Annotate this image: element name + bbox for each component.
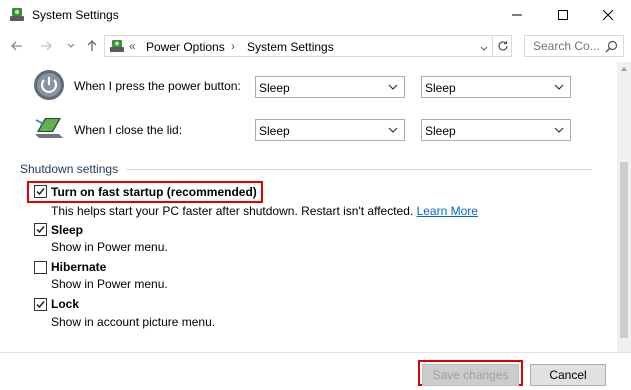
power-button-label: When I press the power button: xyxy=(74,79,241,93)
fast-startup-checkbox[interactable] xyxy=(34,185,47,198)
up-arrow-icon xyxy=(87,40,97,51)
select-value: Sleep xyxy=(259,81,290,95)
hibernate-label[interactable]: Hibernate xyxy=(51,260,106,274)
minimize-icon xyxy=(512,14,522,16)
settings-content: When I press the power button: Sleep Sle… xyxy=(0,62,617,352)
forward-arrow-icon xyxy=(41,41,52,51)
hibernate-description: Show in Power menu. xyxy=(51,277,168,291)
maximize-icon xyxy=(558,10,568,20)
power-button-battery-select[interactable]: Sleep xyxy=(255,76,405,98)
fast-startup-description-text: This helps start your PC faster after sh… xyxy=(51,204,414,218)
vertical-scrollbar[interactable] xyxy=(617,62,631,352)
lock-description: Show in account picture menu. xyxy=(51,315,216,329)
refresh-button[interactable] xyxy=(492,35,512,57)
checkmark-icon xyxy=(36,301,45,309)
close-button[interactable] xyxy=(585,0,631,30)
section-divider xyxy=(126,169,592,170)
lid-close-battery-select[interactable]: Sleep xyxy=(255,119,405,141)
shutdown-settings-heading: Shutdown settings xyxy=(20,162,125,176)
search-icon xyxy=(605,40,618,53)
power-options-app-icon xyxy=(10,8,24,21)
sleep-label[interactable]: Sleep xyxy=(51,223,83,237)
lock-checkbox[interactable] xyxy=(34,298,47,311)
chevron-down-icon xyxy=(554,127,564,133)
select-value: Sleep xyxy=(425,81,456,95)
fast-startup-description: This helps start your PC faster after sh… xyxy=(51,204,478,218)
close-icon xyxy=(603,10,613,20)
laptop-lid-icon xyxy=(35,118,63,138)
back-arrow-icon xyxy=(11,41,22,51)
save-changes-button[interactable]: Save changes xyxy=(422,364,519,386)
address-dropdown-button[interactable] xyxy=(480,41,488,55)
control-panel-icon xyxy=(110,40,124,52)
title-bar: System Settings xyxy=(0,0,631,30)
recent-locations-button[interactable] xyxy=(63,38,79,54)
power-button-icon xyxy=(34,70,64,100)
breadcrumb-overflow[interactable]: « xyxy=(129,39,136,53)
scroll-up-arrow-icon[interactable] xyxy=(620,64,628,74)
scrollbar-thumb[interactable] xyxy=(620,162,628,338)
back-button[interactable] xyxy=(9,38,25,54)
lid-close-plugged-select[interactable]: Sleep xyxy=(421,119,571,141)
chevron-down-icon xyxy=(388,84,398,90)
power-button-plugged-select[interactable]: Sleep xyxy=(421,76,571,98)
refresh-icon xyxy=(497,41,508,51)
maximize-button[interactable] xyxy=(540,0,586,30)
lock-label[interactable]: Lock xyxy=(51,297,79,311)
fast-startup-label[interactable]: Turn on fast startup (recommended) xyxy=(51,185,257,199)
minimize-button[interactable] xyxy=(494,0,540,30)
address-field[interactable]: « Power Options › System Settings xyxy=(104,35,512,57)
footer-bar: Save changes Cancel xyxy=(0,352,631,390)
hibernate-checkbox[interactable] xyxy=(34,261,47,274)
lid-close-label: When I close the lid: xyxy=(74,123,183,137)
learn-more-link[interactable]: Learn More xyxy=(417,204,478,218)
sleep-description: Show in Power menu. xyxy=(51,240,168,254)
select-value: Sleep xyxy=(425,124,456,138)
breadcrumb-separator[interactable]: › xyxy=(231,39,235,53)
select-value: Sleep xyxy=(259,124,290,138)
breadcrumb-power-options[interactable]: Power Options xyxy=(146,40,225,54)
search-box[interactable] xyxy=(524,35,624,57)
chevron-down-icon xyxy=(554,84,564,90)
up-button[interactable] xyxy=(84,38,100,54)
search-input[interactable] xyxy=(533,39,603,53)
breadcrumb-system-settings[interactable]: System Settings xyxy=(247,40,334,54)
chevron-down-icon xyxy=(67,43,75,48)
sleep-checkbox[interactable] xyxy=(34,223,47,236)
checkmark-icon xyxy=(36,188,45,196)
forward-button[interactable] xyxy=(38,38,54,54)
cancel-button[interactable]: Cancel xyxy=(530,364,606,386)
checkmark-icon xyxy=(36,226,45,234)
chevron-down-icon xyxy=(388,127,398,133)
window-title: System Settings xyxy=(32,8,119,22)
chevron-down-icon xyxy=(480,46,488,51)
